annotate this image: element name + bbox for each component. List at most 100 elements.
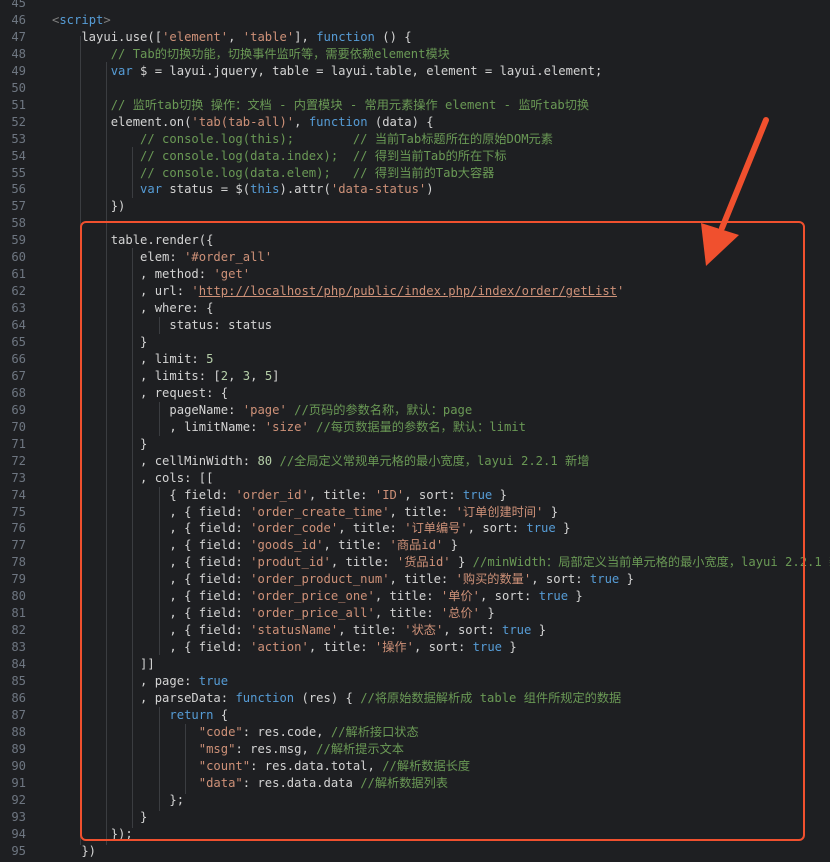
code-line: 95 }): [0, 843, 830, 860]
line-number: 71: [11, 436, 26, 451]
code-line: 56 var status = $(this).attr('data-statu…: [0, 181, 830, 198]
code-token: // Tab的切换功能，切换事件监听等，需要依赖element模块: [52, 46, 450, 61]
code-token: () {: [374, 29, 412, 44]
code-token: 'table': [242, 29, 295, 44]
code-token: // console.log(this); // 当前Tab标题所在的原始DOM…: [52, 131, 553, 146]
code-line: 51 // 监听tab切换 操作：文档 - 内置模块 - 常用元素操作 elem…: [0, 97, 830, 114]
code-text: }): [52, 843, 96, 860]
code-line: 47 layui.use(['element', 'table'], funct…: [0, 29, 830, 46]
code-token: 'element': [162, 29, 229, 44]
line-number: 85: [11, 674, 26, 688]
line-number: 45: [11, 0, 26, 10]
line-number: 75: [11, 504, 26, 519]
code-token: this: [250, 182, 280, 197]
line-number: 62: [11, 284, 26, 299]
line-number: 82: [11, 623, 26, 638]
line-number: 67: [11, 368, 26, 383]
code-token: var: [52, 182, 163, 197]
line-number: 94: [11, 826, 26, 841]
code-token: >: [103, 12, 111, 27]
code-text: // console.log(data.index); // 得到当前Tab的所…: [52, 148, 507, 165]
code-text: // console.log(this); // 当前Tab标题所在的原始DOM…: [52, 131, 553, 148]
line-number: 93: [11, 809, 26, 824]
code-line: 49 var $ = layui.jquery, table = layui.t…: [0, 63, 830, 80]
line-number: 73: [11, 470, 26, 485]
line-number: 49: [11, 63, 26, 78]
line-number: 55: [11, 165, 26, 180]
code-token: ): [426, 182, 434, 197]
line-number: 74: [11, 487, 26, 502]
code-token: var: [52, 63, 133, 78]
code-line: 52 element.on('tab(tab-all)', function (…: [0, 114, 830, 131]
line-number: 84: [11, 657, 26, 672]
line-number: 61: [11, 267, 26, 282]
line-number: 46: [11, 12, 26, 27]
code-token: script: [59, 12, 104, 27]
line-number: 60: [11, 250, 26, 265]
line-number: 86: [11, 690, 26, 705]
line-number: 66: [11, 351, 26, 366]
code-token: element.on(: [52, 114, 192, 129]
line-number: 48: [11, 46, 26, 61]
line-number: 72: [11, 453, 26, 468]
line-number: 89: [11, 741, 26, 756]
line-number: 50: [11, 80, 26, 95]
code-token: function: [316, 29, 375, 44]
line-number: 83: [11, 640, 26, 655]
code-text: // console.log(data.elem); // 得到当前的Tab大容…: [52, 165, 494, 182]
code-line: 53 // console.log(this); // 当前Tab标题所在的原始…: [0, 131, 830, 148]
line-number: 69: [11, 402, 26, 417]
highlight-box-annotation: [80, 221, 805, 841]
code-text: layui.use(['element', 'table'], function…: [52, 29, 412, 46]
code-token: function: [308, 114, 368, 129]
code-editor[interactable]: 45 46 <script> 47 layui.use(['element', 'ta…: [0, 0, 830, 862]
line-number: 57: [11, 199, 26, 214]
code-text: var status = $(this).attr('data-status'): [52, 181, 434, 198]
line-number: 70: [11, 419, 26, 434]
code-token: }): [52, 843, 97, 858]
line-number: 88: [11, 724, 26, 739]
code-line: 50: [0, 80, 830, 97]
line-number: 77: [11, 538, 26, 553]
code-line: 48 // Tab的切换功能，切换事件监听等，需要依赖element模块: [0, 46, 830, 63]
line-number: 81: [11, 606, 26, 621]
code-token: (data) {: [367, 114, 434, 129]
line-number: 58: [11, 216, 26, 231]
code-line: 46 <script>: [0, 12, 830, 29]
line-number: 53: [11, 131, 26, 146]
code-token: ],: [294, 29, 317, 44]
line-number: 92: [11, 792, 26, 807]
line-number: 51: [11, 97, 26, 112]
code-token: 'tab(tab-all)': [191, 114, 295, 129]
line-number: 68: [11, 385, 26, 400]
indent-guide: [132, 147, 133, 198]
code-text: // Tab的切换功能，切换事件监听等，需要依赖element模块: [52, 46, 450, 63]
code-token: // console.log(data.index); // 得到当前Tab的所…: [52, 148, 507, 163]
line-number: 91: [11, 775, 26, 790]
line-number: 56: [11, 182, 26, 197]
code-line: 57 }): [0, 198, 830, 215]
line-number: 65: [11, 335, 26, 349]
line-number: 90: [11, 758, 26, 773]
code-text: element.on('tab(tab-all)', function (dat…: [52, 114, 434, 131]
line-number: 63: [11, 301, 26, 316]
line-number: 76: [11, 521, 26, 536]
code-token: $ = layui.jquery, table = layui.table, e…: [132, 63, 603, 78]
line-number: 64: [11, 318, 26, 333]
code-token: 'data-status': [330, 182, 427, 197]
code-token: layui.use([: [52, 29, 163, 44]
line-number: 78: [11, 555, 26, 570]
code-text: var $ = layui.jquery, table = layui.tabl…: [52, 63, 603, 80]
code-text: // 监听tab切换 操作：文档 - 内置模块 - 常用元素操作 element…: [52, 97, 589, 114]
line-number: 79: [11, 572, 26, 587]
code-line: 55 // console.log(data.elem); // 得到当前的Ta…: [0, 165, 830, 182]
line-number: 80: [11, 589, 26, 604]
code-token: ).attr(: [279, 182, 331, 197]
line-number: 87: [11, 707, 26, 722]
code-token: ,: [294, 114, 309, 129]
code-line: 54 // console.log(data.index); // 得到当前Ta…: [0, 148, 830, 165]
line-number: 54: [11, 148, 26, 163]
line-number: 59: [11, 233, 26, 248]
code-token: status = $(: [162, 182, 251, 197]
code-text: }): [52, 198, 126, 215]
